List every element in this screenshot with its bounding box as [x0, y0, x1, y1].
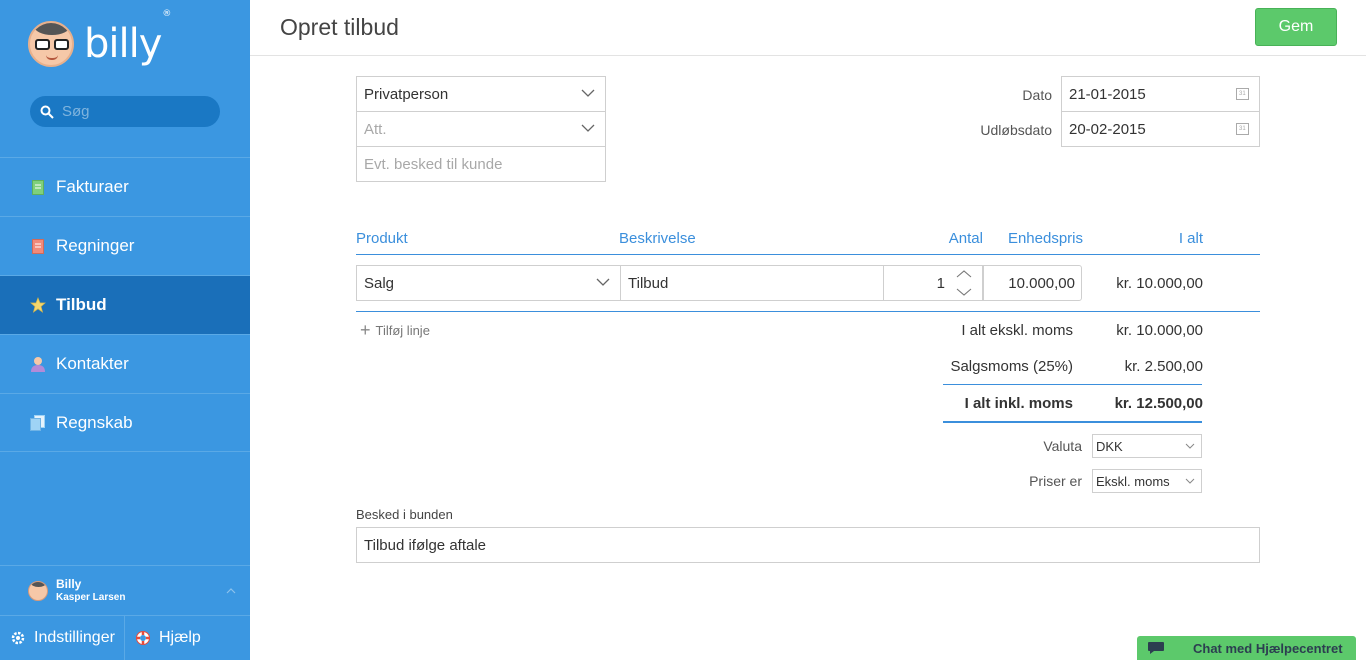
customer-message-placeholder: Evt. besked til kunde [364, 155, 503, 173]
vat-value: kr. 2.500,00 [1124, 358, 1203, 375]
date-value: 21-01-2015 [1069, 85, 1146, 103]
chat-help-button[interactable]: Chat med Hjælpecentret [1137, 636, 1356, 660]
product-value: Salg [364, 274, 395, 292]
header: Opret tilbud Gem [250, 0, 1366, 56]
unit-price-value: 10.000,00 [1008, 274, 1075, 292]
chevron-down-icon [596, 278, 610, 286]
sidebar-item-tilbud[interactable]: Tilbud [0, 275, 250, 334]
footer-message-field[interactable]: Tilbud ifølge aftale [356, 527, 1260, 563]
star-icon [30, 297, 46, 313]
product-select[interactable]: Salg [356, 265, 621, 301]
sidebar-item-regnskab[interactable]: Regnskab [0, 393, 250, 452]
lifebuoy-icon [136, 631, 150, 645]
settings-label: Indstillinger [34, 629, 115, 646]
sidebar-item-label: Tilbud [56, 295, 107, 314]
vat-label: Salgsmoms (25%) [950, 358, 1073, 375]
bill-icon [30, 238, 46, 254]
column-header-qty: Antal [948, 230, 983, 247]
chevron-down-icon [1185, 443, 1195, 449]
user-profile[interactable]: Billy Kasper Larsen [0, 565, 250, 615]
billy-logo[interactable]: billy® [28, 9, 171, 70]
page-title: Opret tilbud [280, 14, 399, 40]
quantity-stepper[interactable]: 1 [883, 265, 983, 301]
chevron-down-icon[interactable] [956, 287, 972, 297]
person-icon [30, 356, 46, 372]
currency-value: DKK [1096, 438, 1123, 454]
expiry-label: Udløbsdato [980, 122, 1052, 138]
logo-text: billy® [84, 9, 171, 67]
customer-select[interactable]: Privatperson [356, 76, 606, 112]
description-value: Tilbud [628, 274, 669, 292]
quantity-value: 1 [936, 274, 945, 292]
date-field[interactable]: 21-01-2015 [1061, 76, 1260, 112]
sidebar-bottom-bar: Indstillinger Hjælp [0, 615, 250, 660]
expiry-date-field[interactable]: 20-02-2015 [1061, 111, 1260, 147]
settings-button[interactable]: Indstillinger [0, 616, 125, 660]
add-line-button[interactable]: + Tilføj linje [360, 321, 430, 339]
prices-select[interactable]: Ekskl. moms [1092, 469, 1202, 493]
currency-select[interactable]: DKK [1092, 434, 1202, 458]
plus-icon: + [360, 320, 371, 340]
chevron-down-icon [1185, 478, 1195, 484]
calendar-icon[interactable] [1236, 123, 1249, 135]
column-header-total: I alt [1178, 230, 1203, 247]
prices-label: Priser er [1029, 473, 1082, 489]
search-input[interactable] [62, 103, 212, 120]
customer-message-field[interactable]: Evt. besked til kunde [356, 146, 606, 182]
ledger-icon [30, 414, 46, 431]
sidebar-item-kontakter[interactable]: Kontakter [0, 334, 250, 393]
total-value: kr. 12.500,00 [1114, 395, 1203, 412]
line-total: kr. 10.000,00 [1116, 275, 1203, 292]
user-subname: Kasper Larsen [56, 591, 126, 603]
total-divider [943, 421, 1202, 423]
chevron-down-icon [581, 124, 595, 132]
att-select[interactable]: Att. [356, 111, 606, 147]
sidebar-nav: Fakturaer Regninger Tilbud Kontakter Reg… [0, 157, 250, 452]
calendar-icon[interactable] [1236, 88, 1249, 100]
expiry-value: 20-02-2015 [1069, 120, 1146, 138]
customer-value: Privatperson [364, 85, 449, 103]
add-line-label: Tilføj linje [375, 322, 430, 338]
sidebar-item-regninger[interactable]: Regninger [0, 216, 250, 275]
subtotal-value: kr. 10.000,00 [1116, 322, 1203, 339]
total-label: I alt inkl. moms [964, 395, 1073, 412]
help-button[interactable]: Hjælp [125, 616, 201, 660]
column-header-unit-price: Enhedspris [1007, 230, 1083, 247]
column-header-description: Beskrivelse [619, 230, 696, 247]
column-header-product: Produkt [356, 230, 408, 247]
header-divider [356, 254, 1260, 255]
sidebar-item-label: Fakturaer [56, 177, 129, 196]
sidebar-item-label: Kontakter [56, 354, 129, 373]
description-field[interactable]: Tilbud [620, 265, 884, 301]
date-label: Dato [1022, 87, 1052, 103]
search-box[interactable] [30, 96, 220, 127]
help-label: Hjælp [159, 629, 201, 646]
search-icon [40, 105, 54, 119]
sidebar-item-fakturaer[interactable]: Fakturaer [0, 157, 250, 216]
sidebar-item-label: Regnskab [56, 412, 133, 432]
sidebar: billy® Fakturaer Regninger Tilbud Kontak… [0, 0, 250, 660]
footer-message-label: Besked i bunden [356, 507, 453, 522]
att-placeholder: Att. [364, 120, 387, 138]
user-name: Billy [56, 577, 82, 592]
prices-value: Ekskl. moms [1096, 473, 1170, 489]
save-button[interactable]: Gem [1255, 8, 1337, 46]
sidebar-item-label: Regninger [56, 236, 135, 255]
billy-face-icon [28, 21, 74, 67]
chevron-up-icon[interactable] [956, 269, 972, 279]
gear-icon [11, 631, 25, 645]
chat-bubble-icon [1148, 642, 1164, 654]
row-divider [356, 311, 1260, 312]
subtotal-label: I alt ekskl. moms [961, 322, 1073, 339]
chevron-down-icon [581, 89, 595, 97]
chat-label: Chat med Hjælpecentret [1193, 640, 1343, 656]
avatar [28, 580, 48, 601]
vat-divider [943, 384, 1202, 385]
currency-label: Valuta [1043, 438, 1082, 454]
chevron-up-icon[interactable] [226, 586, 236, 596]
invoice-icon [30, 179, 46, 195]
footer-message-value: Tilbud ifølge aftale [364, 536, 487, 554]
unit-price-field[interactable]: 10.000,00 [983, 265, 1082, 301]
